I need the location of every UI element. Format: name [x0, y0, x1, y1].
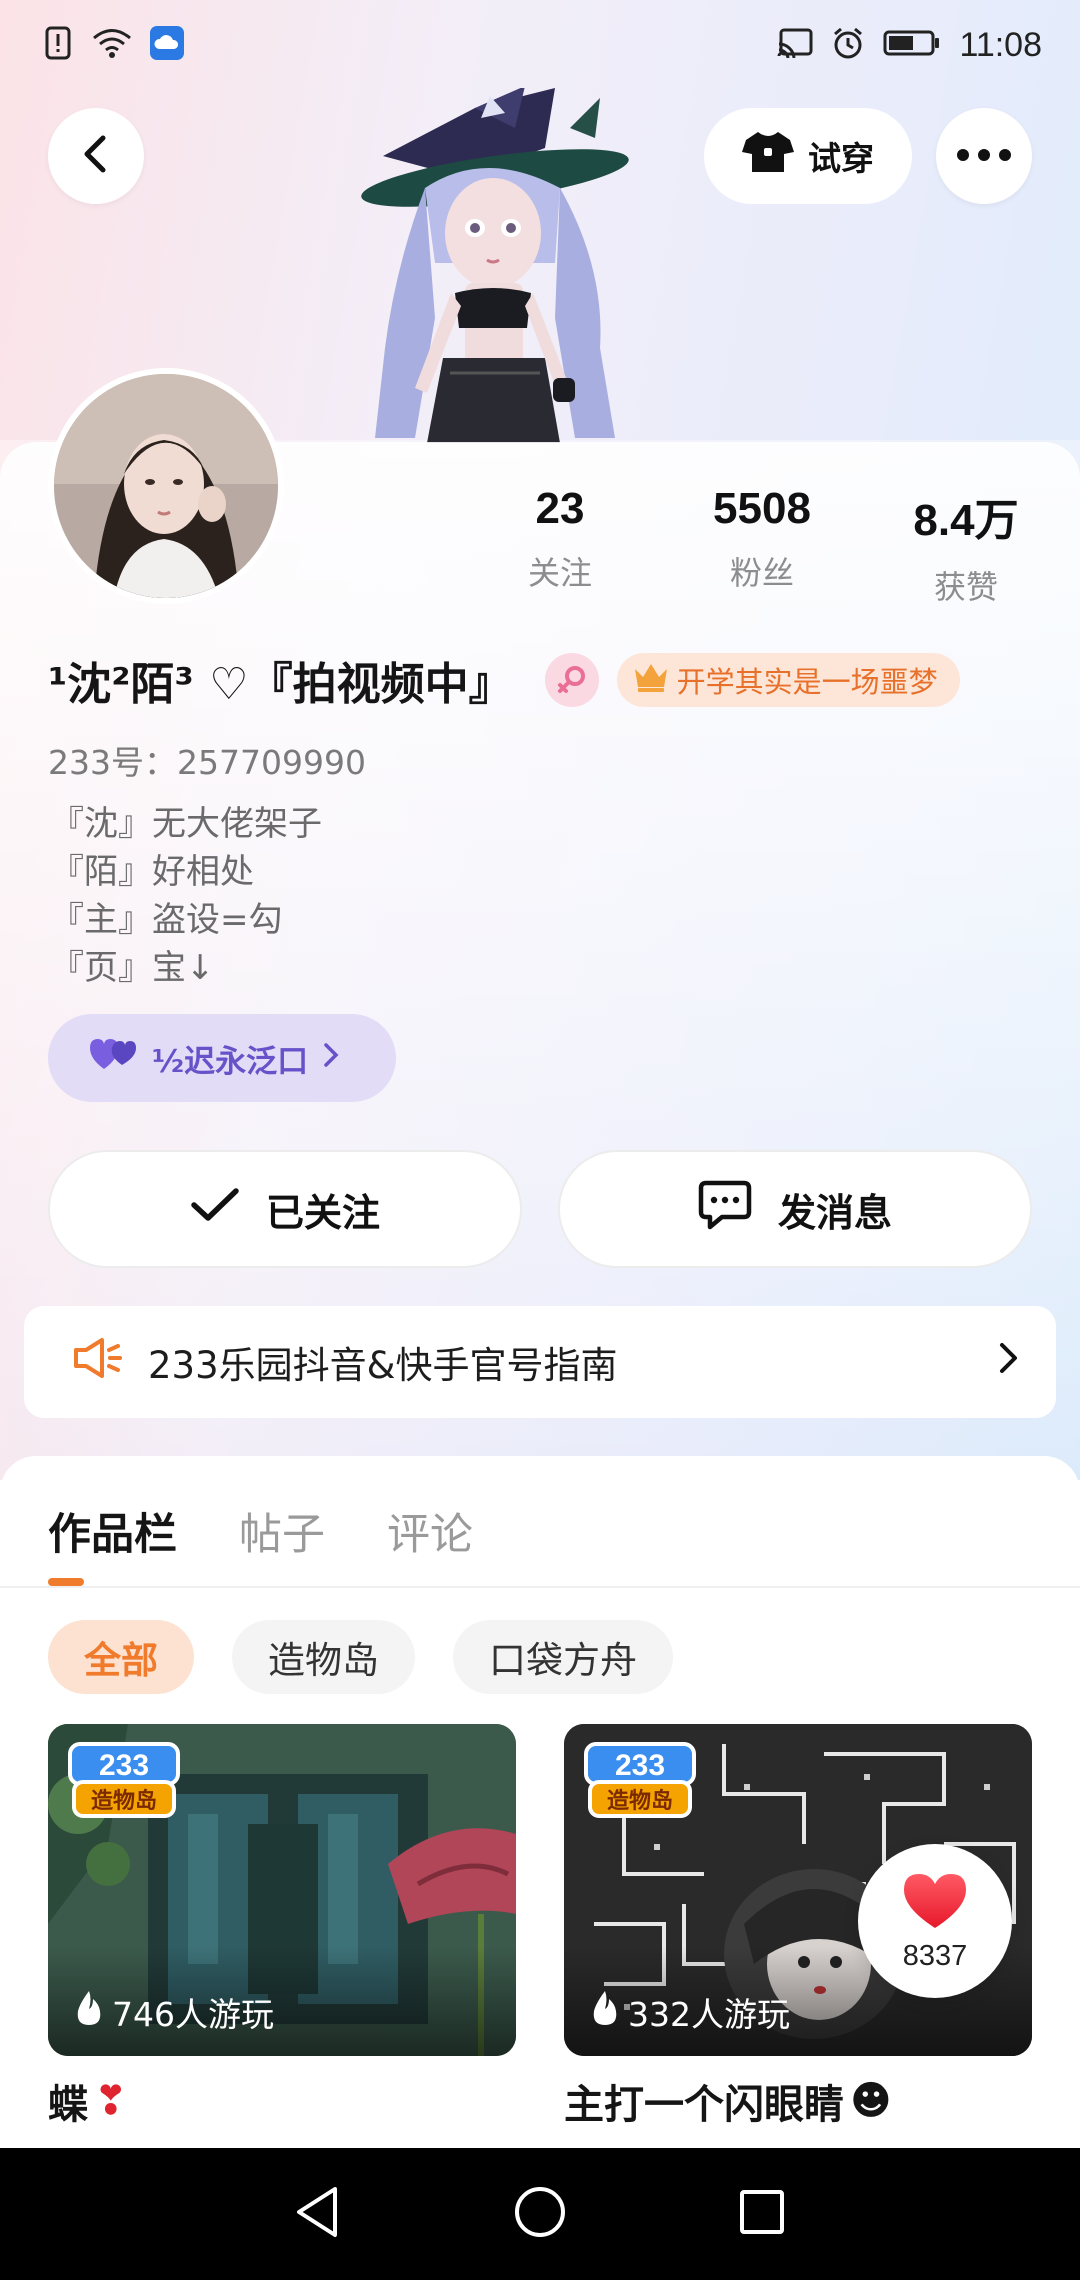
- nav-home-icon[interactable]: [513, 2185, 567, 2243]
- more-button[interactable]: [936, 108, 1032, 204]
- notice-text: 233乐园抖音&快手官号指南: [148, 1344, 618, 1387]
- name-row: ¹沈²陌³ ♡『拍视频中』 开学其实是一场噩梦: [48, 652, 960, 710]
- filter-creation-island[interactable]: 造物岛: [232, 1620, 415, 1694]
- game-badge-233: 233 造物岛: [66, 1742, 182, 1820]
- svg-text:造物岛: 造物岛: [607, 1788, 673, 1814]
- cast-icon: [777, 28, 813, 62]
- stat-followers[interactable]: 5508 粉丝: [682, 484, 842, 594]
- check-icon: [190, 1186, 240, 1233]
- tag-chip-label: ½迟永泛口: [152, 1043, 309, 1080]
- user-id[interactable]: 233号：257709990: [48, 736, 366, 784]
- chevron-right-icon: [998, 1341, 1020, 1384]
- tab-comments[interactable]: 评论: [387, 1500, 473, 1562]
- chat-bubble-icon: [698, 1180, 752, 1239]
- stat-value: 23: [535, 484, 585, 533]
- filter-chips: 全部 造物岛 口袋方舟: [48, 1620, 673, 1694]
- work-title-text: 主打一个闪眼睛: [564, 2082, 844, 2128]
- profile-avatar[interactable]: [48, 368, 284, 604]
- filter-all[interactable]: 全部: [48, 1620, 194, 1694]
- bio-line: 『陌』好相处: [50, 852, 254, 892]
- work-title[interactable]: 蝶 ❣: [48, 2072, 128, 2130]
- work-title[interactable]: 主打一个闪眼睛 ☻: [564, 2072, 892, 2130]
- back-button[interactable]: [48, 108, 144, 204]
- game-badge-233: 233 造物岛: [582, 1742, 698, 1820]
- stat-following[interactable]: 23 关注: [480, 484, 640, 594]
- filter-pocket-ark[interactable]: 口袋方舟: [453, 1620, 673, 1694]
- content-tabs: 作品栏 帖子 评论: [48, 1500, 473, 1562]
- try-on-button[interactable]: 试穿: [704, 108, 912, 204]
- svg-text:233: 233: [615, 1749, 665, 1782]
- profile-stats: 23 关注 5508 粉丝 8.4万 获赞: [480, 484, 1060, 606]
- avatar-character-image: [355, 86, 750, 443]
- bio-line: 『页』宝↓: [50, 948, 215, 988]
- play-count: 746人游玩: [74, 1988, 274, 2036]
- works-section: 作品栏 帖子 评论 全部 造物岛 口袋方舟 233 造物岛 746人游玩 蝶 ❣…: [0, 1456, 1080, 2156]
- tab-posts[interactable]: 帖子: [239, 1500, 325, 1562]
- female-icon: [544, 653, 599, 707]
- alert-icon: [44, 26, 74, 64]
- status-bar: 11:08: [0, 0, 1080, 90]
- user-name: ¹沈²陌³ ♡『拍视频中』: [48, 659, 513, 710]
- follow-label: 已关注: [265, 1190, 380, 1235]
- flame-icon: [74, 1989, 104, 2035]
- try-on-label: 试穿: [808, 139, 874, 178]
- notice-banner[interactable]: 233乐园抖音&快手官号指南: [24, 1306, 1056, 1418]
- smiley-icon: ☻: [850, 2078, 892, 2124]
- tshirt-icon: [742, 130, 794, 182]
- message-label: 发消息: [777, 1190, 892, 1235]
- svg-text:233: 233: [99, 1749, 149, 1782]
- title-badge-label: 开学其实是一场噩梦: [676, 665, 938, 699]
- stat-label: 关注: [527, 554, 592, 592]
- alarm-icon: [831, 26, 865, 64]
- svg-text:造物岛: 造物岛: [91, 1788, 157, 1814]
- crown-icon: [633, 661, 669, 700]
- follow-button[interactable]: 已关注: [48, 1150, 522, 1268]
- like-count: 8337: [902, 1939, 968, 1972]
- bio: 『沈』无大佬架子 『陌』好相处 『主』盗设=勾 『页』宝↓: [50, 800, 322, 992]
- bio-line: 『沈』无大佬架子: [50, 804, 322, 844]
- message-button[interactable]: 发消息: [558, 1150, 1032, 1268]
- play-count-label: 332人游玩: [628, 1995, 790, 2034]
- tabs-divider: [0, 1586, 1080, 1588]
- work-card[interactable]: 233 造物岛 746人游玩: [48, 1724, 516, 2056]
- heart-icon: [900, 1870, 970, 1936]
- nav-back-icon[interactable]: [293, 2185, 343, 2243]
- stat-label: 获赞: [933, 568, 998, 606]
- relationship-tag-chip[interactable]: ½迟永泛口: [48, 1014, 396, 1102]
- play-count-label: 746人游玩: [112, 1995, 274, 2034]
- play-count: 332人游玩: [590, 1988, 790, 2036]
- nav-recents-icon[interactable]: [737, 2187, 787, 2241]
- heart-exclamation-icon: ❣: [94, 2078, 128, 2124]
- chevron-right-icon: [322, 1040, 340, 1076]
- work-title-text: 蝶: [48, 2082, 88, 2128]
- wifi-icon: [92, 27, 132, 63]
- tab-active-indicator: [48, 1578, 84, 1586]
- battery-icon: [883, 29, 941, 61]
- stat-value: 8.4万: [913, 496, 1019, 545]
- stat-label: 粉丝: [729, 554, 794, 592]
- cloud-app-icon: [150, 26, 184, 64]
- double-heart-icon: [88, 1035, 138, 1081]
- like-button[interactable]: 8337: [858, 1844, 1012, 1998]
- bio-line: 『主』盗设=勾: [50, 900, 283, 940]
- chevron-left-icon: [79, 134, 113, 178]
- more-dots-icon: [956, 147, 1012, 166]
- tab-works[interactable]: 作品栏: [48, 1500, 177, 1562]
- flame-icon: [590, 1989, 620, 2035]
- system-nav-bar: [0, 2148, 1080, 2280]
- stat-likes[interactable]: 8.4万 获赞: [886, 484, 1046, 608]
- title-badge[interactable]: 开学其实是一场噩梦: [616, 653, 960, 707]
- megaphone-icon: [72, 1336, 122, 1389]
- stat-value: 5508: [713, 484, 811, 533]
- status-time: 11:08: [959, 25, 1042, 64]
